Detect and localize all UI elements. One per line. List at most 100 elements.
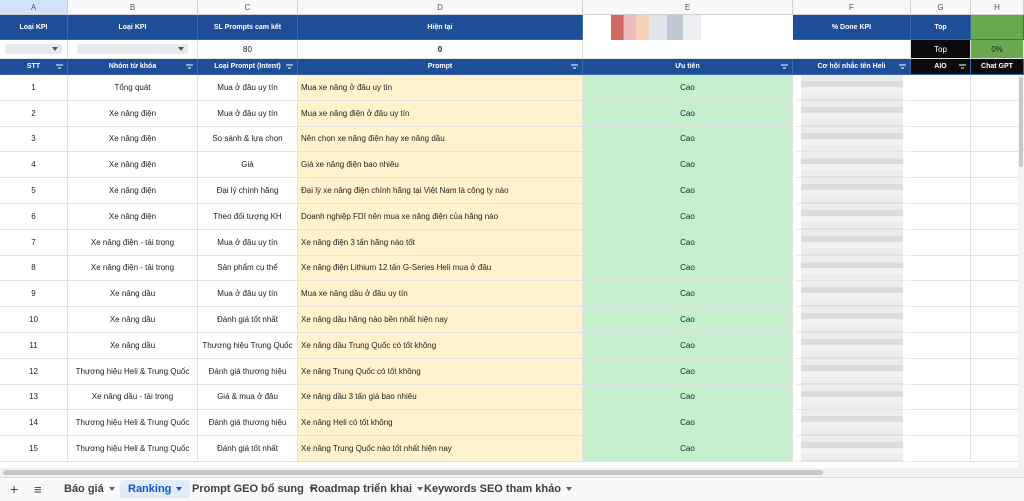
opportunity-cell[interactable]: [793, 255, 911, 282]
column-header-d[interactable]: D: [298, 0, 583, 15]
filter-icon[interactable]: [186, 64, 193, 69]
priority-cell[interactable]: Cao: [583, 126, 793, 153]
priority-cell[interactable]: Cao: [583, 204, 793, 230]
chatgpt-cell[interactable]: [971, 358, 1024, 385]
add-sheet-icon[interactable]: +: [2, 480, 26, 498]
tab-bao-gia[interactable]: Báo giá: [56, 480, 123, 498]
column-header-b[interactable]: B: [68, 0, 198, 15]
horizontal-scrollbar[interactable]: [0, 468, 1024, 477]
priority-cell[interactable]: Cao: [583, 178, 793, 204]
percent-done-cell[interactable]: 0%: [971, 40, 1024, 59]
chevron-down-icon[interactable]: [108, 487, 115, 491]
kpi-type-dropdown-cell[interactable]: [0, 40, 68, 59]
prompt-cell[interactable]: Xe nâng Heli có tốt không: [298, 410, 583, 437]
stt-cell[interactable]: 1: [0, 75, 68, 101]
aio-cell[interactable]: [911, 436, 971, 462]
prompt-cell[interactable]: Mua xe nâng điện ở đâu uy tín: [298, 100, 583, 127]
chatgpt-cell[interactable]: [971, 255, 1024, 282]
keyword-group-cell[interactable]: Thương hiệu Heli & Trung Quốc: [68, 358, 198, 385]
aio-header[interactable]: AIO: [911, 59, 971, 75]
keyword-group-cell[interactable]: Thương hiệu Heli & Trung Quốc: [68, 410, 198, 437]
prompt-type-cell[interactable]: Thương hiệu Trung Quốc: [198, 333, 298, 359]
keyword-group-cell[interactable]: Xe nâng điện: [68, 100, 198, 127]
filter-icon[interactable]: [286, 64, 293, 69]
column-header-h[interactable]: H: [971, 0, 1024, 15]
aio-cell[interactable]: [911, 384, 971, 411]
aio-cell[interactable]: [911, 281, 971, 308]
column-header-c[interactable]: C: [198, 0, 298, 15]
keyword-group-cell[interactable]: Xe nâng dầu: [68, 281, 198, 308]
aio-cell[interactable]: [911, 126, 971, 153]
prompt-cell[interactable]: Xe nâng điện Lithium 12 tấn G-Series Hel…: [298, 255, 583, 282]
prompt-cell[interactable]: Mua xe nâng dầu ở đâu uy tín: [298, 281, 583, 308]
priority-cell[interactable]: Cao: [583, 384, 793, 411]
current-value[interactable]: 0: [298, 40, 583, 59]
stt-cell[interactable]: 11: [0, 333, 68, 359]
prompt-type-cell[interactable]: Giá & mua ở đâu: [198, 384, 298, 411]
stt-cell[interactable]: 3: [0, 126, 68, 153]
keyword-group-cell[interactable]: Xe nâng điện - tải trọng: [68, 229, 198, 256]
opportunity-cell[interactable]: [793, 436, 911, 462]
opportunity-cell[interactable]: [793, 333, 911, 359]
keyword-group-cell[interactable]: Xe nâng điện: [68, 178, 198, 204]
prompt-cell[interactable]: Doanh nghiệp FDI nên mua xe nâng điện củ…: [298, 204, 583, 230]
filter-icon[interactable]: [959, 64, 966, 69]
chevron-down-icon[interactable]: [176, 487, 183, 491]
stt-cell[interactable]: 5: [0, 178, 68, 204]
chatgpt-cell[interactable]: [971, 333, 1024, 359]
stt-cell[interactable]: 2: [0, 100, 68, 127]
prompt-type-cell[interactable]: Đánh giá thương hiệu: [198, 358, 298, 385]
stt-cell[interactable]: 4: [0, 152, 68, 179]
column-header-g[interactable]: G: [911, 0, 971, 15]
prompt-cell[interactable]: Mua xe nâng ở đâu uy tín: [298, 75, 583, 101]
prompt-type-cell[interactable]: Đánh giá tốt nhất: [198, 307, 298, 333]
chatgpt-cell[interactable]: [971, 75, 1024, 101]
horizontal-scroll-thumb[interactable]: [3, 470, 823, 475]
stt-cell[interactable]: 7: [0, 229, 68, 256]
aio-cell[interactable]: [911, 255, 971, 282]
opportunity-cell[interactable]: [793, 384, 911, 411]
stt-cell[interactable]: 10: [0, 307, 68, 333]
prompt-cell[interactable]: Xe nâng điện 3 tấn hãng nào tốt: [298, 229, 583, 256]
stt-cell[interactable]: 6: [0, 204, 68, 230]
stt-cell[interactable]: 15: [0, 436, 68, 462]
stt-header[interactable]: STT: [0, 59, 68, 75]
prompt-cell[interactable]: Xe nâng Trung Quốc có tốt không: [298, 358, 583, 385]
opportunity-cell[interactable]: [793, 204, 911, 230]
column-header-a[interactable]: A: [0, 0, 68, 15]
priority-cell[interactable]: Cao: [583, 410, 793, 437]
keyword-group-cell[interactable]: Xe nâng dầu - tải trọng: [68, 384, 198, 411]
priority-cell[interactable]: Cao: [583, 281, 793, 308]
priority-cell[interactable]: Cao: [583, 255, 793, 282]
kpi-type-dropdown[interactable]: [4, 44, 63, 54]
column-header-f[interactable]: F: [793, 0, 911, 15]
opportunity-cell[interactable]: [793, 75, 911, 101]
keyword-group-cell[interactable]: Thương hiệu Heli & Trung Quốc: [68, 436, 198, 462]
prompt-type-cell[interactable]: Mua ở đâu uy tín: [198, 281, 298, 308]
chatgpt-cell[interactable]: [971, 229, 1024, 256]
all-sheets-menu-icon[interactable]: ≡: [26, 480, 50, 498]
aio-cell[interactable]: [911, 333, 971, 359]
chevron-down-icon[interactable]: [565, 487, 572, 491]
filter-icon[interactable]: [781, 64, 788, 69]
aio-cell[interactable]: [911, 100, 971, 127]
prompt-cell[interactable]: Đại lý xe nâng điện chính hãng tại Việt …: [298, 178, 583, 204]
tab-keywords-seo[interactable]: Keywords SEO tham khảo: [416, 480, 580, 498]
priority-cell[interactable]: Cao: [583, 152, 793, 179]
chatgpt-cell[interactable]: [971, 307, 1024, 333]
prompt-type-cell[interactable]: So sánh & lựa chọn: [198, 126, 298, 153]
stt-cell[interactable]: 14: [0, 410, 68, 437]
opportunity-cell[interactable]: [793, 281, 911, 308]
prompt-type-cell[interactable]: Sản phẩm cụ thể: [198, 255, 298, 282]
aio-cell[interactable]: [911, 75, 971, 101]
prompt-cell[interactable]: Xe nâng dầu hãng nào bền nhất hiện nay: [298, 307, 583, 333]
prompt-type-cell[interactable]: Theo đối tượng KH: [198, 204, 298, 230]
keyword-group-cell[interactable]: Xe nâng dầu: [68, 333, 198, 359]
prompt-cell[interactable]: Xe nâng dầu 3 tấn giá bao nhiêu: [298, 384, 583, 411]
aio-cell[interactable]: [911, 178, 971, 204]
keyword-group-cell[interactable]: Tổng quát: [68, 75, 198, 101]
chatgpt-cell[interactable]: [971, 436, 1024, 462]
aio-cell[interactable]: [911, 229, 971, 256]
chatgpt-cell[interactable]: [971, 178, 1024, 204]
chatgpt-cell[interactable]: [971, 152, 1024, 179]
